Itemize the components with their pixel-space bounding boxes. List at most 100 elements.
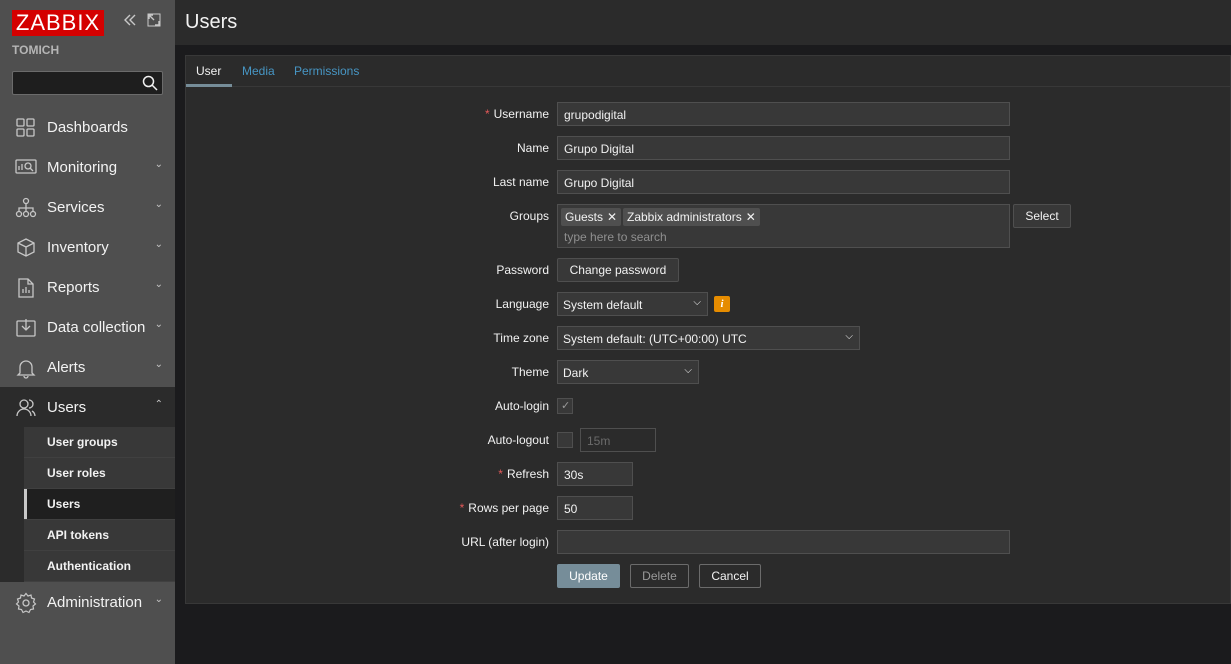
rows-per-page-label: * Rows per page: [459, 501, 549, 515]
cancel-button[interactable]: Cancel: [699, 564, 761, 588]
tab-permissions[interactable]: Permissions: [294, 64, 359, 78]
nav-reports[interactable]: Reports ⌄: [0, 267, 175, 307]
submenu-user-groups[interactable]: User groups: [24, 427, 175, 458]
delete-button[interactable]: Delete: [630, 564, 689, 588]
required-marker: *: [459, 501, 465, 515]
theme-row: Theme Dark ⌵: [186, 360, 1231, 384]
username-label: * Username: [484, 107, 549, 121]
rows-per-page-row: * Rows per page 50: [186, 496, 1231, 520]
nav-monitoring[interactable]: Monitoring ⌄: [0, 147, 175, 187]
dashboards-icon: [15, 117, 37, 139]
last-name-input[interactable]: Grupo Digital: [557, 170, 1010, 194]
autologout-checkbox[interactable]: [557, 432, 573, 448]
check-icon: ✓: [561, 400, 571, 412]
autologout-label: Auto-logout: [487, 433, 549, 447]
sidebar-search-input[interactable]: [12, 71, 163, 95]
gear-icon: [15, 592, 37, 614]
chevron-down-icon: ⌄: [154, 319, 163, 330]
tab-bar: User Media Permissions: [186, 56, 1231, 87]
update-button[interactable]: Update: [557, 564, 620, 588]
theme-label: Theme: [511, 365, 549, 379]
password-label: Password: [496, 263, 549, 277]
last-name-label: Last name: [492, 175, 549, 189]
username-row: * Username grupodigital: [186, 102, 1231, 126]
theme-select[interactable]: Dark ⌵: [557, 360, 699, 384]
nav-services[interactable]: Services ⌄: [0, 187, 175, 227]
main-navigation: Dashboards Monitoring ⌄ Services ⌄ Inven…: [0, 107, 175, 622]
last-name-row: Last name Grupo Digital: [186, 170, 1231, 194]
chevron-up-icon: ⌃: [154, 399, 163, 410]
remove-chip-icon[interactable]: ✕: [746, 210, 756, 224]
groups-label: Groups: [509, 209, 549, 223]
nav-data-collection[interactable]: Data collection ⌄: [0, 307, 175, 347]
autologin-checkbox[interactable]: ✓: [557, 398, 573, 414]
timezone-select[interactable]: System default: (UTC+00:00) UTC ⌵: [557, 326, 860, 350]
password-row: Password Change password: [186, 258, 1231, 282]
remove-chip-icon[interactable]: ✕: [607, 210, 617, 224]
submenu-api-tokens[interactable]: API tokens: [24, 520, 175, 551]
language-select[interactable]: System default ⌵: [557, 292, 708, 316]
chevron-down-icon: ⌄: [154, 279, 163, 290]
nav-label: Services: [47, 199, 105, 216]
chevron-down-icon: ⌄: [154, 594, 163, 605]
tab-user[interactable]: User: [196, 64, 221, 78]
active-tab-indicator: [186, 84, 232, 87]
url-input[interactable]: [557, 530, 1010, 554]
autologout-input[interactable]: 15m: [580, 428, 656, 452]
refresh-label: * Refresh: [498, 467, 549, 481]
nav-label: Alerts: [47, 359, 86, 376]
kiosk-mode-icon[interactable]: [144, 13, 164, 32]
nav-label: Monitoring: [47, 159, 118, 176]
sidebar-controls: [120, 13, 164, 32]
username-input[interactable]: grupodigital: [557, 102, 1010, 126]
chevron-down-icon: ⌄: [154, 239, 163, 250]
data-collection-icon: [15, 317, 37, 339]
nav-administration[interactable]: Administration ⌄: [0, 582, 175, 622]
submenu-authentication[interactable]: Authentication: [24, 551, 175, 582]
refresh-row: * Refresh 30s: [186, 462, 1231, 486]
nav-alerts[interactable]: Alerts ⌄: [0, 347, 175, 387]
chevron-down-icon: ⌄: [154, 359, 163, 370]
page-header: [175, 0, 1231, 45]
monitoring-icon: [15, 157, 37, 179]
groups-select-button[interactable]: Select: [1013, 204, 1071, 228]
submenu-users[interactable]: Users: [24, 489, 175, 520]
name-input[interactable]: Grupo Digital: [557, 136, 1010, 160]
nav-label: Reports: [47, 279, 100, 296]
nav-label: Users: [47, 399, 87, 416]
search-icon[interactable]: [142, 75, 158, 91]
form-buttons: Update Delete Cancel: [186, 564, 1231, 588]
services-icon: [15, 197, 37, 219]
name-row: Name Grupo Digital: [186, 136, 1231, 160]
inventory-icon: [15, 237, 37, 259]
collapse-sidebar-icon[interactable]: [120, 13, 140, 32]
chevron-down-icon: ⌵: [845, 331, 853, 342]
page-title: Users: [185, 11, 238, 33]
groups-search-input[interactable]: type here to search: [564, 230, 667, 244]
rows-per-page-input[interactable]: 50: [557, 496, 633, 520]
nav-inventory[interactable]: Inventory ⌄: [0, 227, 175, 267]
language-label: Language: [495, 297, 549, 311]
zabbix-logo[interactable]: ZABBIX: [12, 10, 104, 36]
required-marker: *: [484, 107, 490, 121]
nav-dashboards[interactable]: Dashboards: [0, 107, 175, 147]
users-icon: [15, 397, 37, 419]
sidebar: ZABBIX TOMICH Dashboards Monitoring ⌄ Se…: [0, 0, 175, 664]
groups-multiselect[interactable]: Guests ✕ Zabbix administrators ✕ type here…: [557, 204, 1010, 248]
alerts-icon: [15, 357, 37, 379]
change-password-button[interactable]: Change password: [557, 258, 679, 282]
refresh-input[interactable]: 30s: [557, 462, 633, 486]
autologin-label: Auto-login: [494, 399, 549, 413]
tab-media[interactable]: Media: [242, 64, 275, 78]
nav-label: Inventory: [47, 239, 109, 256]
name-label: Name: [516, 141, 549, 155]
timezone-label: Time zone: [493, 331, 549, 345]
logo-row: ZABBIX: [12, 10, 172, 36]
nav-users[interactable]: Users ⌃: [0, 387, 175, 427]
submenu-user-roles[interactable]: User roles: [24, 458, 175, 489]
url-label: URL (after login): [461, 535, 549, 549]
chevron-down-icon: ⌄: [154, 159, 163, 170]
info-icon[interactable]: i: [714, 296, 730, 312]
url-row: URL (after login): [186, 530, 1231, 554]
nav-label: Data collection: [47, 319, 146, 336]
